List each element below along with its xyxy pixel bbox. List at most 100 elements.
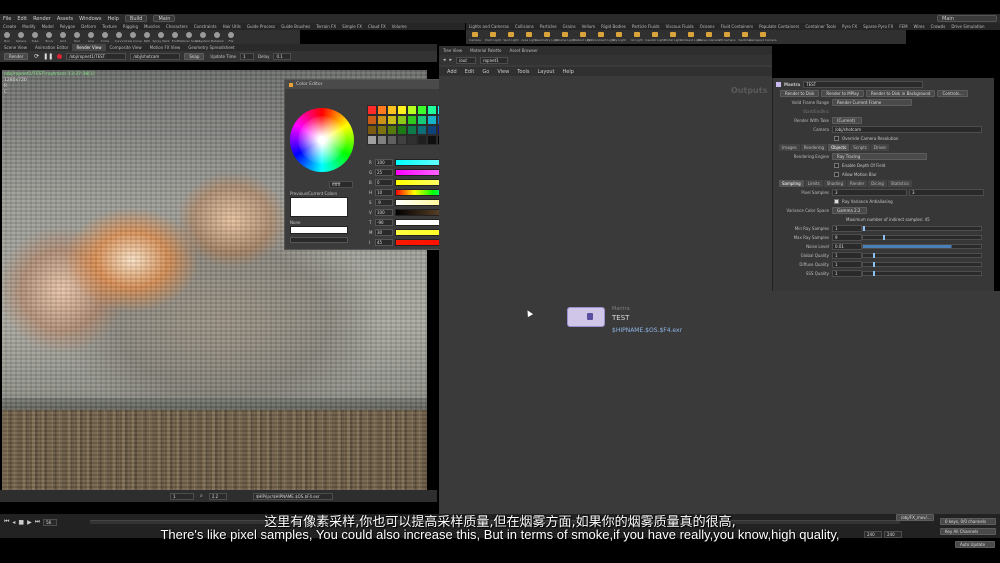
menu-render[interactable]: Render xyxy=(33,16,51,22)
tab-render-view[interactable]: Render View xyxy=(72,44,106,51)
valid-frame-dropdown[interactable]: Render Current Frame xyxy=(832,99,912,106)
tool-point-light[interactable]: Point Light xyxy=(484,30,502,44)
tool-box[interactable]: Box xyxy=(0,30,14,44)
render-to-disk-button[interactable]: Render to Disk xyxy=(780,90,820,97)
menu-help[interactable]: Help xyxy=(107,16,118,22)
rop-path-field[interactable]: /obj/ropnet1/TEST xyxy=(66,53,127,60)
slider-handle[interactable] xyxy=(863,226,865,231)
shelf-tab-modify[interactable]: Modify xyxy=(22,24,35,29)
tool-tube[interactable]: Tube xyxy=(28,30,42,44)
override-checkbox[interactable] xyxy=(834,136,839,141)
tool-stereo-camera[interactable]: Stereo Camera xyxy=(698,30,720,44)
shelf-tab-texture[interactable]: Texture xyxy=(102,24,117,29)
shelf-tab-pyro-fx[interactable]: Pyro FX xyxy=(842,24,857,29)
palette-swatch[interactable] xyxy=(377,115,387,125)
auto-update-button[interactable]: Auto Update xyxy=(955,541,995,548)
shelf-tab-populate-containers[interactable]: Populate Containers xyxy=(759,24,799,29)
color-wheel[interactable] xyxy=(290,108,354,172)
palette-swatch[interactable] xyxy=(417,125,427,135)
tab-material-palette[interactable]: Material Palette xyxy=(466,47,505,54)
palette-swatch[interactable] xyxy=(367,115,377,125)
menu-edit[interactable]: Edit xyxy=(17,16,27,22)
palette-swatch[interactable] xyxy=(367,125,377,135)
palette-swatch[interactable] xyxy=(397,105,407,115)
tool-line[interactable]: Line xyxy=(84,30,98,44)
net-menu-help[interactable]: Help xyxy=(563,69,574,75)
tool-torus[interactable]: Torus xyxy=(42,30,56,44)
shelf-tab-polygon[interactable]: Polygon xyxy=(60,24,76,29)
tab-sampling[interactable]: Sampling xyxy=(779,180,804,187)
prev-current-swatch[interactable] xyxy=(290,197,348,217)
palette-swatch[interactable] xyxy=(387,115,397,125)
palette-swatch[interactable] xyxy=(397,115,407,125)
tab-motion-fx-view[interactable]: Motion FX View xyxy=(146,44,185,51)
tool-geometry-light[interactable]: Geometry Light xyxy=(535,30,559,44)
slider-handle[interactable] xyxy=(873,271,875,276)
dof-checkbox[interactable] xyxy=(834,163,839,168)
tab-asset-browser[interactable]: Asset Browser xyxy=(505,47,541,54)
shelf-tab-volume[interactable]: Volume xyxy=(392,24,407,29)
shelf-tab-constraints[interactable]: Constraints xyxy=(194,24,217,29)
tool-null[interactable]: Null xyxy=(70,30,84,44)
tab-objects[interactable]: Objects xyxy=(828,144,850,151)
tool-camera[interactable]: Camera xyxy=(466,30,484,44)
palette-swatch[interactable] xyxy=(377,135,387,145)
tool-sky-light[interactable]: Sky Light xyxy=(610,30,628,44)
delay-field[interactable]: 0.1 xyxy=(273,53,292,60)
network-editor[interactable] xyxy=(439,46,772,514)
node-name-label[interactable]: TEST xyxy=(612,314,629,322)
slider-handle[interactable] xyxy=(873,262,875,267)
tab-scene-view[interactable]: Scene View xyxy=(0,44,31,51)
palette-swatch[interactable] xyxy=(387,135,397,145)
tab-driver[interactable]: Driver xyxy=(870,144,890,151)
shelf-tab-grains[interactable]: Grains xyxy=(563,24,576,29)
tool-spray-paint[interactable]: Spray Paint xyxy=(152,30,170,44)
slider-value[interactable]: -90 xyxy=(375,218,393,226)
palette-swatch[interactable] xyxy=(367,105,377,115)
alpha-slider[interactable] xyxy=(290,237,348,243)
noise-level-slider[interactable] xyxy=(862,244,982,249)
tab-limits[interactable]: Limits xyxy=(804,180,823,187)
tool-gamepad-camera[interactable]: Gamepad Camera xyxy=(749,30,777,44)
slider-value[interactable]: 100 xyxy=(375,158,393,166)
net-menu-go[interactable]: Go xyxy=(482,69,489,75)
tool-platonic[interactable]: Platonic Solids xyxy=(178,30,200,44)
snap-button[interactable]: Snap xyxy=(184,53,205,60)
slider-value[interactable]: 100 xyxy=(375,208,393,216)
shelf-tab-sparse-pyro-fx[interactable]: Sparse Pyro FX xyxy=(863,24,893,29)
tool-circle[interactable]: Circle xyxy=(98,30,112,44)
tab-composite-view[interactable]: Composite View xyxy=(106,44,146,51)
tab-rendering[interactable]: Rendering xyxy=(800,144,828,151)
palette-swatch[interactable] xyxy=(427,125,437,135)
palette-swatch[interactable] xyxy=(387,125,397,135)
update-time-field[interactable]: 1 xyxy=(239,53,254,60)
shelf-tab-rigid-bodies[interactable]: Rigid Bodies xyxy=(601,24,626,29)
shelf-tab-lights-cameras[interactable]: Lights and Cameras xyxy=(469,24,509,29)
sss-quality-field[interactable]: 1 xyxy=(832,270,862,277)
palette-swatch[interactable] xyxy=(427,135,437,145)
forward-icon[interactable]: ▸ xyxy=(450,57,453,63)
shelf-tab-wires[interactable]: Wires xyxy=(914,24,925,29)
slider-handle[interactable] xyxy=(873,253,875,258)
net-menu-view[interactable]: View xyxy=(497,69,509,75)
slider-value[interactable]: 0 xyxy=(375,178,393,186)
ipr-path-field[interactable]: $HIP/ipr/$HIPNAME.$OS.$F4.exr xyxy=(252,492,333,500)
palette-swatch[interactable] xyxy=(417,115,427,125)
shelf-tab-container-tools[interactable]: Container Tools xyxy=(805,24,836,29)
tab-scripts[interactable]: Scripts xyxy=(850,144,870,151)
shelf-tab-fluid-containers[interactable]: Fluid Containers xyxy=(721,24,754,29)
menu-windows[interactable]: Windows xyxy=(79,16,101,22)
palette-swatch[interactable] xyxy=(427,105,437,115)
motion-blur-checkbox[interactable] xyxy=(834,172,839,177)
palette-swatch[interactable] xyxy=(377,125,387,135)
shelf-tab-guide-brushes[interactable]: Guide Brushes xyxy=(281,24,310,29)
palette-swatch[interactable] xyxy=(407,125,417,135)
render-to-mplay-button[interactable]: Render to MPlay xyxy=(821,90,864,97)
tool-grid[interactable]: Grid xyxy=(56,30,70,44)
diffuse-quality-slider[interactable] xyxy=(862,262,982,267)
shelf-tab-oceans[interactable]: Oceans xyxy=(700,24,715,29)
network-path-out[interactable]: /out xyxy=(456,56,477,64)
right-desktop-dropdown[interactable]: Main xyxy=(937,15,997,22)
tab-statistics[interactable]: Statistics xyxy=(887,180,913,187)
palette-swatch[interactable] xyxy=(407,105,417,115)
